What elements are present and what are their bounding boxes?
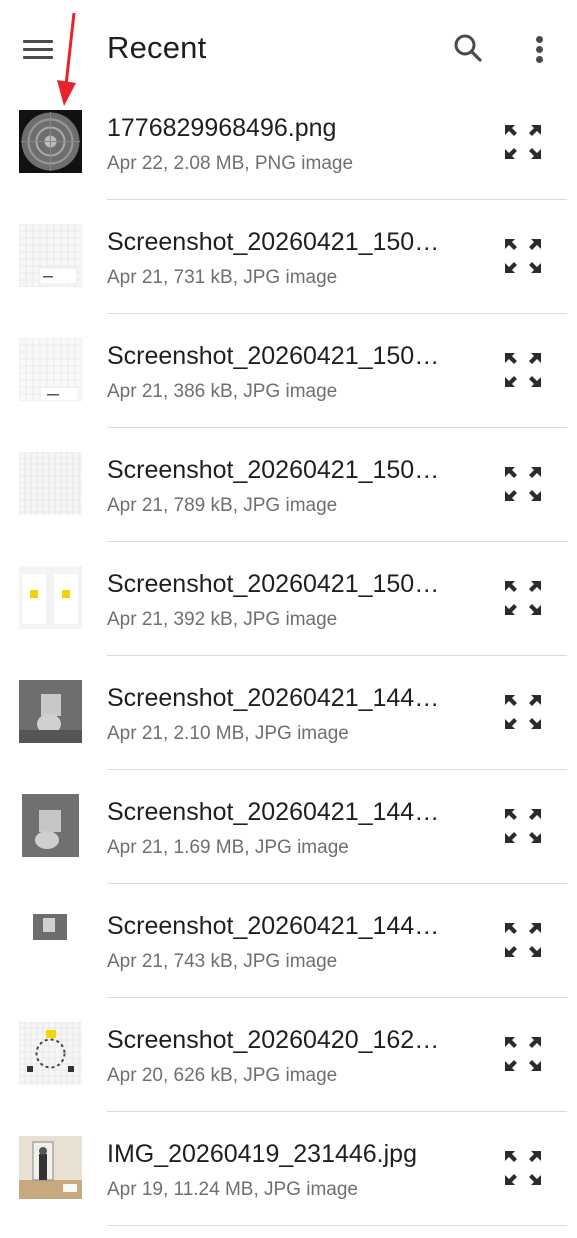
more-vert-icon[interactable] [522,30,558,70]
file-name: IMG_20260419_231446.jpg [107,1140,417,1168]
file-meta: Apr 21, 731 kB, JPG image [107,267,338,288]
expand-icon[interactable] [501,464,545,504]
file-name: Screenshot_20260421_144… [107,912,440,940]
file-meta: Apr 21, 1.69 MB, JPG image [107,837,349,858]
file-name: Screenshot_20260421_144… [107,798,440,826]
file-meta: Apr 21, 2.10 MB, JPG image [107,723,349,744]
file-thumbnail [19,908,82,971]
file-row[interactable]: Screenshot_20260421_150… Apr 21, 789 kB,… [0,428,577,542]
file-name: Screenshot_20260421_150… [107,570,440,598]
file-meta: Apr 21, 392 kB, JPG image [107,609,338,630]
file-meta: Apr 21, 743 kB, JPG image [107,951,338,972]
file-name: Screenshot_20260421_150… [107,228,440,256]
file-name: 1776829968496.png [107,114,337,142]
file-row[interactable]: Screenshot_20260421_144… Apr 21, 1.69 MB… [0,770,577,884]
expand-icon[interactable] [501,350,545,390]
file-row[interactable]: Screenshot_20260421_150… Apr 21, 731 kB,… [0,200,577,314]
divider [107,1225,567,1226]
page-title: Recent [107,30,207,65]
file-meta: Apr 21, 386 kB, JPG image [107,381,338,402]
file-meta: Apr 20, 626 kB, JPG image [107,1065,338,1086]
file-thumbnail [19,224,82,287]
expand-icon[interactable] [501,692,545,732]
file-thumbnail [19,452,82,515]
file-thumbnail [19,110,82,173]
file-meta: Apr 22, 2.08 MB, PNG image [107,153,354,174]
expand-icon[interactable] [501,236,545,276]
expand-icon[interactable] [501,122,545,162]
search-icon[interactable] [448,28,488,68]
file-row[interactable]: IMG_20260419_231446.jpg Apr 19, 11.24 MB… [0,1112,577,1226]
file-thumbnail [19,1022,82,1085]
file-meta: Apr 19, 11.24 MB, JPG image [107,1179,358,1200]
file-row[interactable]: Screenshot_20260421_150… Apr 21, 386 kB,… [0,314,577,428]
expand-icon[interactable] [501,920,545,960]
expand-icon[interactable] [501,1148,545,1188]
file-row[interactable]: 1776829968496.png Apr 22, 2.08 MB, PNG i… [0,86,577,200]
file-meta: Apr 21, 789 kB, JPG image [107,495,338,516]
file-row[interactable]: Screenshot_20260420_162… Apr 20, 626 kB,… [0,998,577,1112]
file-thumbnail [19,1136,82,1199]
file-name: Screenshot_20260421_144… [107,684,440,712]
file-thumbnail [19,566,82,629]
file-row[interactable]: Screenshot_20260421_144… Apr 21, 743 kB,… [0,884,577,998]
hamburger-menu-icon[interactable] [18,32,58,66]
expand-icon[interactable] [501,578,545,618]
file-row[interactable]: Screenshot_20260421_150… Apr 21, 392 kB,… [0,542,577,656]
file-row[interactable]: Screenshot_20260421_144… Apr 21, 2.10 MB… [0,656,577,770]
file-thumbnail [19,680,82,743]
recent-file-list: 1776829968496.png Apr 22, 2.08 MB, PNG i… [0,86,577,1226]
top-app-bar: Recent [0,0,577,100]
expand-icon[interactable] [501,806,545,846]
file-name: Screenshot_20260421_150… [107,456,440,484]
file-thumbnail [19,794,82,857]
file-name: Screenshot_20260421_150… [107,342,440,370]
file-name: Screenshot_20260420_162… [107,1026,440,1054]
expand-icon[interactable] [501,1034,545,1074]
file-thumbnail [19,338,82,401]
